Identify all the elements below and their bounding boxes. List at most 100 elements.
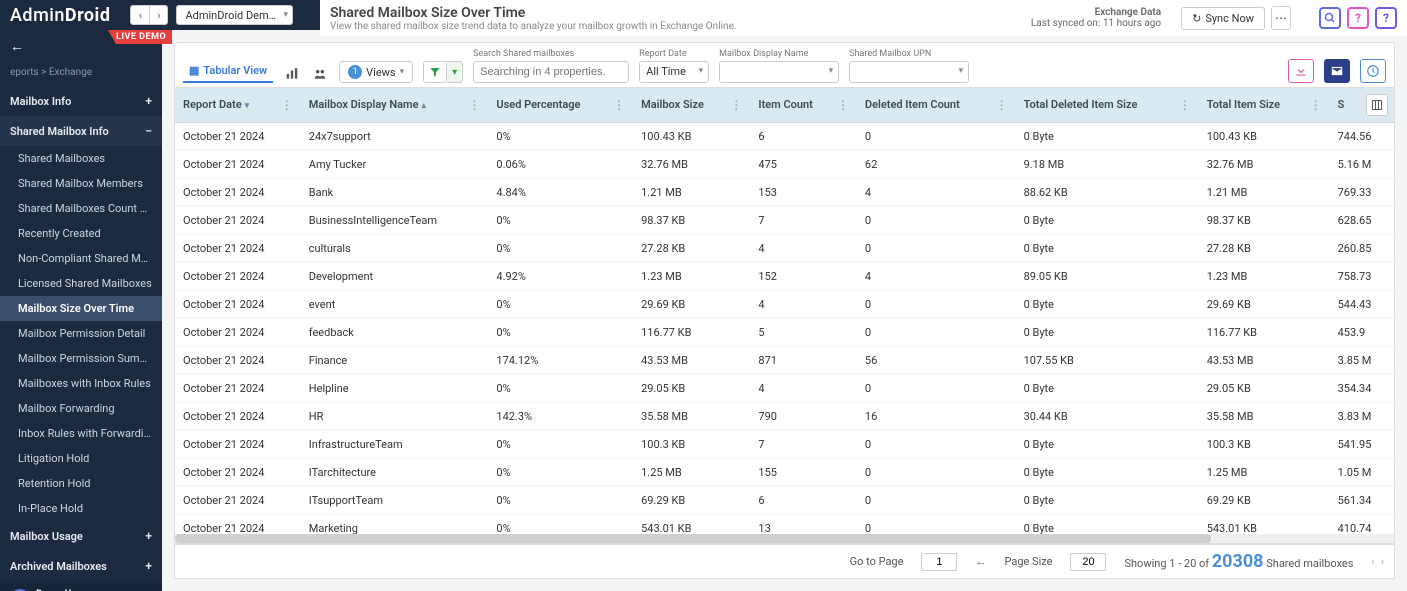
brand-suffix: Droid [65,5,111,26]
table-row[interactable]: October 21 2024feedback0%116.77 KB500 By… [175,319,1394,347]
table-cell: 32.76 MB [633,151,750,179]
sidebar-children: Shared MailboxesShared Mailbox MembersSh… [0,146,162,521]
sidebar-item[interactable]: Recently Created [0,221,162,246]
column-header[interactable]: Total Deleted Item Size⋮ [1016,88,1199,123]
column-resize-handle[interactable]: ⋮ [1179,98,1191,112]
global-search-icon[interactable] [1319,7,1341,29]
sidebar-item[interactable]: Mailbox Permission Detail [0,321,162,346]
table-cell: 354.34 [1330,375,1394,403]
page-next[interactable]: › [1381,555,1384,568]
display-name-select[interactable] [719,61,839,83]
sidebar-item[interactable]: Shared Mailbox Members [0,171,162,196]
sync-now-button[interactable]: ↻ Sync Now [1181,7,1265,30]
table-cell: 4 [750,291,857,319]
table-cell: October 21 2024 [175,291,301,319]
sidebar-item[interactable]: Mailbox Forwarding [0,396,162,421]
table-row[interactable]: October 21 2024InfrastructureTeam0%100.3… [175,431,1394,459]
column-header[interactable]: Report Date▾⋮ [175,88,301,123]
table-row[interactable]: October 21 2024BusinessIntelligenceTeam0… [175,207,1394,235]
sidebar-section-shared-mailbox-info[interactable]: Shared Mailbox Info − [0,116,162,146]
sidebar-section-archived-mailboxes[interactable]: Archived Mailboxes + [0,551,162,581]
table-row[interactable]: October 21 2024Bank4.84%1.21 MB153488.62… [175,179,1394,207]
table-cell: October 21 2024 [175,235,301,263]
sidebar: ← eports > Exchange Mailbox Info + Share… [0,30,162,591]
table-row[interactable]: October 21 2024Development4.92%1.23 MB15… [175,263,1394,291]
table-row[interactable]: October 21 2024culturals0%27.28 KB400 By… [175,235,1394,263]
search-input[interactable] [473,61,629,83]
column-header[interactable]: Used Percentage⋮ [488,88,633,123]
column-resize-handle[interactable]: ⋮ [468,98,480,112]
help-icon[interactable]: ? [1347,7,1369,29]
report-date-select[interactable]: All Time [639,61,709,83]
sidebar-item[interactable]: Retention Hold [0,471,162,496]
page-title: Shared Mailbox Size Over Time [330,5,1011,21]
sidebar-section-mailbox-usage[interactable]: Mailbox Usage + [0,521,162,551]
column-resize-handle[interactable]: ⋮ [1310,98,1322,112]
info-icon[interactable]: ? [1375,7,1397,29]
sidebar-item[interactable]: Mailbox Size Over Time [0,296,162,321]
filter-button[interactable] [423,61,447,83]
column-resize-handle[interactable]: ⋮ [730,98,742,112]
report-date-label: Report Date [639,49,709,59]
column-header[interactable]: Mailbox Display Name▴⋮ [301,88,489,123]
column-header[interactable]: Mailbox Size⋮ [633,88,750,123]
sidebar-item[interactable]: In-Place Hold [0,496,162,521]
user-block[interactable]: Demo User admelght.onmicrosoft.com [0,581,162,591]
table-row[interactable]: October 21 2024HR142.3%35.58 MB7901630.4… [175,403,1394,431]
schedule-button[interactable] [1360,59,1386,83]
table-cell: October 21 2024 [175,263,301,291]
table-icon: ▦ [189,64,199,77]
table-row[interactable]: October 21 2024event0%29.69 KB400 Byte29… [175,291,1394,319]
table-row[interactable]: October 21 2024ITarchitecture0%1.25 MB15… [175,459,1394,487]
pagesize-input[interactable] [1070,553,1106,571]
table-cell: October 21 2024 [175,319,301,347]
page-prev[interactable]: ‹ [1371,555,1374,568]
sidebar-item[interactable]: Non-Compliant Shared Mailboxes [0,246,162,271]
table-row[interactable]: October 21 202424x7support0%100.43 KB600… [175,123,1394,151]
tabular-label: Tabular View [203,64,267,77]
table-cell: Development [301,263,489,291]
goto-submit[interactable]: ← [975,555,986,568]
tabular-view-tab[interactable]: ▦ Tabular View [183,60,273,83]
table-cell: 43.53 MB [633,347,750,375]
table-row[interactable]: October 21 2024ITsupportTeam0%69.29 KB60… [175,487,1394,515]
table-cell: October 21 2024 [175,431,301,459]
column-chooser-button[interactable] [1366,94,1388,116]
nav-forward[interactable]: › [149,6,167,24]
download-button[interactable] [1288,59,1314,83]
column-header[interactable]: Total Item Size⋮ [1199,88,1330,123]
column-resize-handle[interactable]: ⋮ [613,98,625,112]
table-cell: 0 Byte [1016,235,1199,263]
sidebar-item[interactable]: Mailbox Permission Summary [0,346,162,371]
column-header[interactable]: Deleted Item Count⋮ [857,88,1016,123]
horizontal-scrollbar[interactable] [175,534,1394,543]
sidebar-item[interactable]: Mailboxes with Inbox Rules [0,371,162,396]
table-cell: 24x7support [301,123,489,151]
column-header[interactable]: Item Count⋮ [750,88,857,123]
sidebar-item[interactable]: Litigation Hold [0,446,162,471]
column-resize-handle[interactable]: ⋮ [837,98,849,112]
sync-more-button[interactable]: ⋯ [1271,6,1291,30]
views-button[interactable]: 1 Views ▾ [339,61,413,83]
sidebar-item[interactable]: Shared Mailboxes Count by Users [0,196,162,221]
table-row[interactable]: October 21 2024Amy Tucker0.06%32.76 MB47… [175,151,1394,179]
table-cell: 0 Byte [1016,319,1199,347]
upn-select[interactable] [849,61,969,83]
sidebar-item[interactable]: Shared Mailboxes [0,146,162,171]
chart-view-icon[interactable] [283,65,301,83]
table-row[interactable]: October 21 2024Marketing0%543.01 KB1300 … [175,515,1394,535]
column-resize-handle[interactable]: ⋮ [996,98,1008,112]
group-icon[interactable] [311,65,329,83]
sidebar-section-mailbox-info[interactable]: Mailbox Info + [0,86,162,116]
goto-page-input[interactable] [921,553,957,571]
sidebar-item[interactable]: Inbox Rules with Forwarding [0,421,162,446]
filter-dropdown[interactable]: ▾ [447,61,463,83]
table-row[interactable]: October 21 2024Helpline0%29.05 KB400 Byt… [175,375,1394,403]
toolbar: ▦ Tabular View 1 Views ▾ ▾ Search [174,42,1395,88]
table-row[interactable]: October 21 2024Finance174.12%43.53 MB871… [175,347,1394,375]
nav-back[interactable]: ‹ [131,6,149,24]
scope-select[interactable]: AdminDroid Dem… [176,5,293,25]
email-button[interactable] [1324,59,1350,83]
column-resize-handle[interactable]: ⋮ [281,98,293,112]
sidebar-item[interactable]: Licensed Shared Mailboxes [0,271,162,296]
